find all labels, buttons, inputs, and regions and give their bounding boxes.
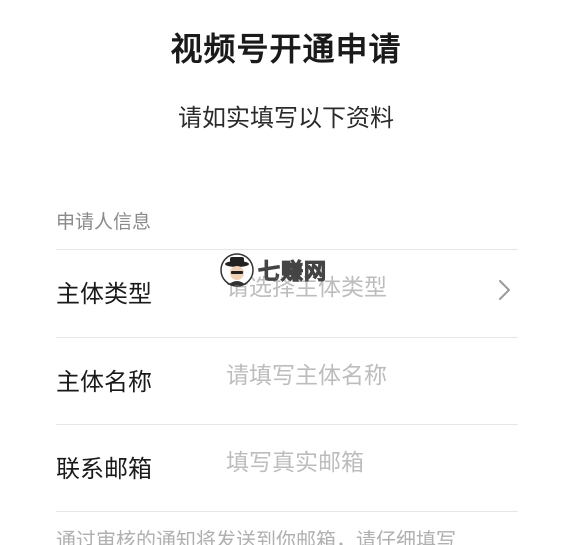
page-title: 视频号开通申请 — [170, 30, 402, 68]
subject-name-input[interactable] — [226, 358, 496, 394]
contact-email-input[interactable] — [226, 445, 496, 481]
footer-note: 通过审核的通知将发送到你邮箱，请仔细填写 — [56, 528, 456, 545]
divider — [56, 511, 518, 512]
contact-email-label: 联系邮箱 — [56, 455, 152, 483]
subject-name-label: 主体名称 — [56, 368, 152, 396]
watermark-text: 七赚网 — [257, 260, 328, 286]
page-subtitle: 请如实填写以下资料 — [178, 104, 394, 132]
application-page: 视频号开通申请 请如实填写以下资料 申请人信息 主体类型 主体名称 联系邮箱 通… — [0, 0, 572, 545]
section-label-applicant-info: 申请人信息 — [56, 211, 152, 233]
watermark: 七赚网 — [220, 252, 327, 288]
subject-type-label: 主体类型 — [56, 280, 152, 308]
contact-email-row: 联系邮箱 — [56, 425, 518, 511]
chevron-right-icon[interactable] — [498, 278, 512, 302]
subject-name-row: 主体名称 — [56, 338, 518, 424]
detective-logo-icon — [220, 253, 254, 287]
